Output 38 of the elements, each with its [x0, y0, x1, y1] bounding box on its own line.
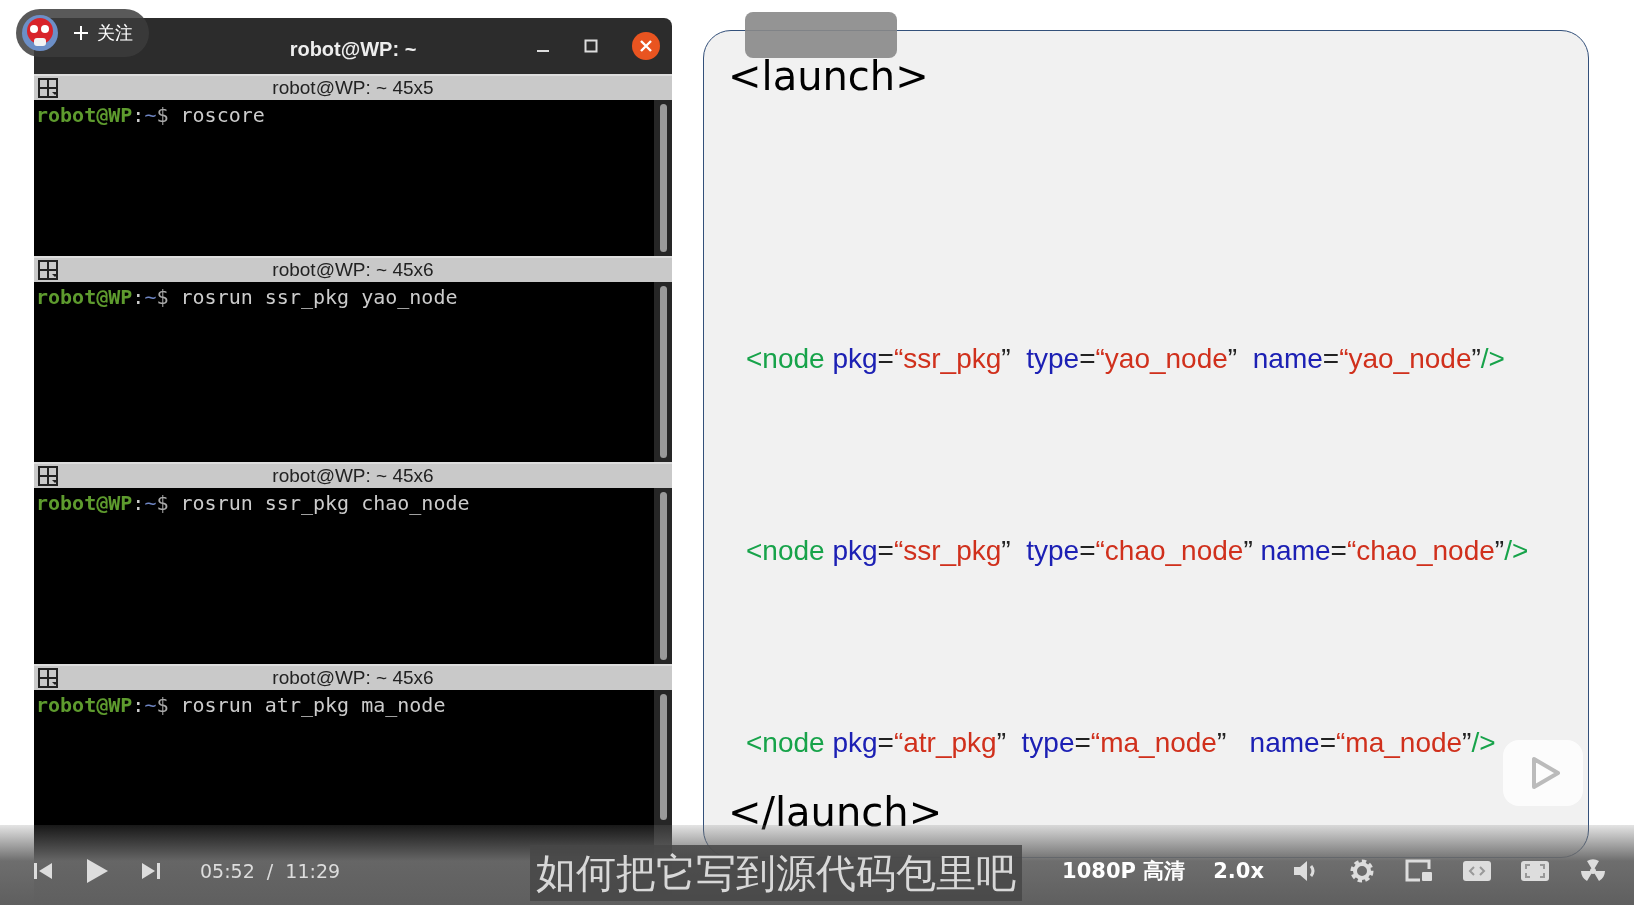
launch-tag: </launch>	[728, 789, 943, 835]
fullscreen-icon[interactable]	[1520, 859, 1550, 883]
code-line: <node pkg=“atr_pkg” type=“ma_node” name=“ma_node”/>	[745, 727, 1496, 759]
next-icon[interactable]	[140, 860, 162, 882]
pane-title: robot@WP: ~ 45x6	[272, 465, 434, 487]
speed-button[interactable]: 2.0x	[1213, 859, 1264, 883]
settings-icon[interactable]	[1348, 857, 1376, 885]
window-title: robot@WP: ~	[289, 37, 417, 61]
avatar-icon	[21, 14, 59, 52]
scrollbar-thumb[interactable]	[659, 104, 667, 252]
time-display: 05:52 / 11:29	[200, 860, 341, 882]
picture-in-picture-icon[interactable]	[1404, 858, 1434, 884]
launch-tag: <launch>	[728, 53, 929, 99]
scrollbar-thumb[interactable]	[659, 694, 667, 820]
pane-title: robot@WP: ~ 45x6	[272, 259, 434, 281]
scrollbar-thumb[interactable]	[659, 492, 667, 660]
split-icon[interactable]	[38, 78, 60, 98]
subtitle: 如何把它写到源代码包里吧	[530, 845, 1022, 901]
code-line: <node pkg=“ssr_pkg” type=“chao_node” name=“chao_node”/>	[745, 535, 1529, 567]
split-icon[interactable]	[38, 466, 60, 486]
pane-title: robot@WP: ~ 45x6	[272, 667, 434, 689]
follow-badge[interactable]: 关注	[16, 9, 149, 57]
scrollbar-thumb[interactable]	[659, 286, 667, 458]
split-icon[interactable]	[38, 260, 60, 280]
command-line: robot@WP:~$ rosrun ssr_pkg chao_node	[35, 490, 471, 517]
code-line: <node pkg=“ssr_pkg” type=“yao_node” name=“yao_node”/>	[745, 343, 1505, 375]
widescreen-icon[interactable]	[1462, 859, 1492, 883]
previous-icon[interactable]	[32, 860, 54, 882]
quality-button[interactable]: 1080P 高清	[1062, 857, 1186, 885]
command-line: robot@WP:~$ rosrun atr_pkg ma_node	[35, 692, 447, 719]
command-line: robot@WP:~$ roscore	[35, 102, 266, 129]
play-icon[interactable]	[84, 857, 110, 885]
maximize-icon[interactable]	[584, 39, 598, 53]
pane-title: robot@WP: ~ 45x5	[272, 77, 434, 99]
split-icon[interactable]	[38, 668, 60, 688]
command-line: robot@WP:~$ rosrun ssr_pkg yao_node	[35, 284, 459, 311]
plus-icon	[73, 25, 89, 41]
close-icon[interactable]	[632, 32, 660, 60]
